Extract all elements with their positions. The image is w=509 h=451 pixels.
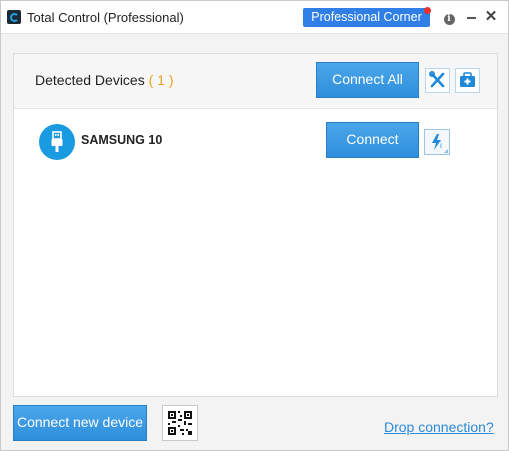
qr-code-button[interactable] <box>162 405 198 441</box>
close-icon[interactable]: ✕ <box>483 9 499 25</box>
app-window: Total Control (Professional) Professiona… <box>0 0 509 451</box>
toolkit-icon <box>460 72 475 87</box>
info-icon[interactable]: i <box>441 9 457 25</box>
devices-panel-header: Detected Devices ( 1 ) Connect All <box>14 54 497 109</box>
flash-button[interactable]: i <box>424 129 450 155</box>
info-glyph: i <box>443 14 455 25</box>
wrench-icon <box>428 70 445 88</box>
connect-new-device-button[interactable]: Connect new device <box>13 405 147 441</box>
wrench-button[interactable] <box>425 68 450 93</box>
device-row: SAMSUNG 10 Connect i <box>14 110 497 170</box>
detected-devices-count: ( 1 ) <box>148 72 174 88</box>
connect-device-button[interactable]: Connect <box>326 122 419 158</box>
devices-panel: Detected Devices ( 1 ) Connect All SAMSU… <box>13 53 498 397</box>
title-bar: Total Control (Professional) Professiona… <box>1 1 508 34</box>
flash-icon: i <box>432 134 448 153</box>
minimize-icon[interactable] <box>463 9 479 25</box>
app-logo-icon <box>7 10 21 24</box>
connect-all-button[interactable]: Connect All <box>316 62 419 98</box>
device-avatar <box>39 124 75 160</box>
device-name: SAMSUNG 10 <box>81 133 163 147</box>
detected-devices-heading: Detected Devices ( 1 ) <box>35 72 174 88</box>
window-title: Total Control (Professional) <box>27 10 184 25</box>
professional-corner-button[interactable]: Professional Corner <box>303 8 430 27</box>
qr-code-icon <box>168 411 192 435</box>
usb-icon <box>51 131 63 152</box>
notification-dot <box>424 7 431 14</box>
detected-devices-title: Detected Devices <box>35 72 145 88</box>
drop-connection-link[interactable]: Drop connection? <box>384 419 494 435</box>
svg-text:i: i <box>440 142 442 150</box>
toolkit-button[interactable] <box>455 68 480 93</box>
